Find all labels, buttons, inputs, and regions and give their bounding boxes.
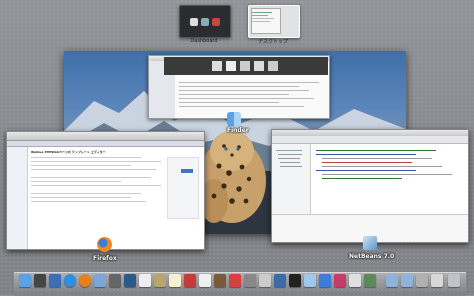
netbeans-window-label: NetBeans 7.0 [349, 253, 395, 260]
app-icon[interactable] [229, 274, 241, 287]
app-icon[interactable] [244, 274, 256, 287]
mission-control-icon[interactable] [49, 274, 61, 287]
finder-coverflow-strip [164, 57, 328, 75]
app-icon[interactable] [274, 274, 286, 287]
firefox-icon[interactable] [79, 274, 91, 287]
folder-icon[interactable] [401, 274, 413, 287]
app-icon[interactable] [289, 274, 301, 287]
clock-widget-icon [190, 18, 198, 26]
netbeans-icon [363, 236, 377, 250]
trash-icon[interactable] [448, 274, 460, 287]
safari-icon[interactable] [64, 274, 76, 287]
mail-icon[interactable] [94, 274, 106, 287]
folder-icon[interactable] [386, 274, 398, 287]
firefox-window[interactable]: Weblue PHPWebページの テンプレート エディター [6, 131, 205, 250]
app-icon[interactable] [349, 274, 361, 287]
itunes-icon[interactable] [184, 274, 196, 287]
desktop-space-label: デスクトップ [257, 39, 288, 45]
calendar-icon[interactable] [139, 274, 151, 287]
netbeans-icon[interactable] [304, 274, 316, 287]
dashboard-icon[interactable] [34, 274, 46, 287]
finder-icon [227, 112, 241, 126]
firefox-window-label: Firefox [93, 255, 117, 262]
calendar-icon[interactable] [199, 274, 211, 287]
finder-window-label: Finder [227, 127, 249, 134]
facetime-icon[interactable] [109, 274, 121, 287]
calendar-widget-icon [212, 18, 220, 26]
photo-icon[interactable] [169, 274, 181, 287]
firefox-icon [97, 237, 112, 252]
app-icon[interactable] [319, 274, 331, 287]
app-icon[interactable] [364, 274, 376, 287]
spaces-bar: Dashboard デスクトップ [0, 0, 474, 52]
notes-icon[interactable] [154, 274, 166, 287]
app-icon[interactable] [431, 274, 443, 287]
app-icon[interactable] [214, 274, 226, 287]
finder-icon[interactable] [19, 274, 31, 287]
app-icon[interactable] [416, 274, 428, 287]
app-icon[interactable] [334, 274, 346, 287]
address-book-icon[interactable] [124, 274, 136, 287]
dashboard-space-label: Dashboard [190, 38, 218, 44]
netbeans-window[interactable] [271, 129, 469, 243]
desktop-space-thumbnail[interactable] [248, 5, 300, 38]
dashboard-space-thumbnail[interactable] [179, 5, 231, 38]
firefox-page-heading: Weblue PHPWebページの テンプレート エディター [31, 150, 106, 154]
weather-widget-icon [201, 18, 209, 26]
app-icon[interactable] [259, 274, 271, 287]
